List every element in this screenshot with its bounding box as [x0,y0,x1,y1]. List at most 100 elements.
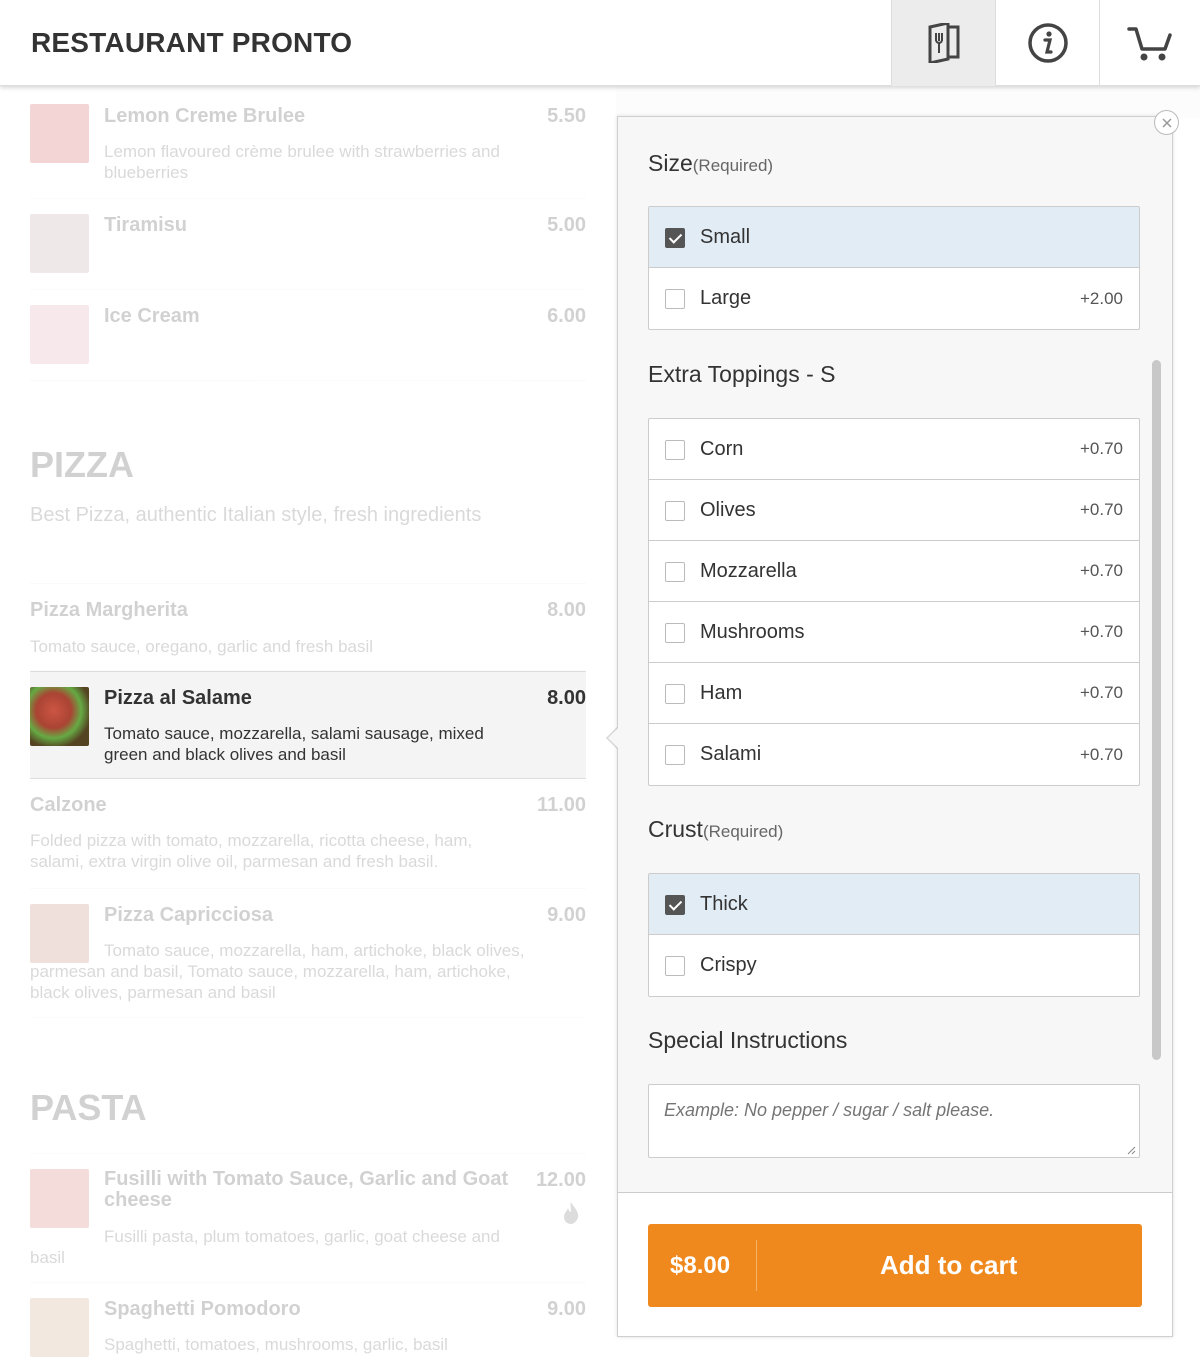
item-name: Calzone [30,794,107,816]
checkbox-checked[interactable] [665,895,685,915]
option-mozzarella[interactable]: Mozzarella +0.70 [649,541,1139,602]
checkbox[interactable] [665,289,685,309]
menu-item[interactable]: Pizza Margherita 8.00 Tomato sauce, oreg… [30,583,586,671]
section-title: PASTA [30,1087,147,1128]
item-price: 11.00 [537,794,586,816]
menu-list: Lemon Creme Brulee 5.50 Lemon flavoured … [0,86,616,1365]
option-price: +2.00 [1079,288,1123,308]
required-label: (Required) [702,822,784,841]
menu-item[interactable]: Ice Cream 6.00 [30,290,586,381]
item-thumbnail [30,214,89,273]
instructions-title: Special Instructions [648,1027,848,1053]
size-options: Small Large +2.00 [648,206,1140,330]
background-strip [616,86,1200,118]
item-description: Tomato sauce, mozzarella, salami sausage… [104,724,484,764]
item-description: Tomato sauce, oregano, garlic and fresh … [30,637,374,656]
option-salami[interactable]: Salami +0.70 [649,724,1139,785]
item-price: 9.00 [547,904,586,926]
panel-pointer-inner [608,728,618,748]
option-large[interactable]: Large +2.00 [649,268,1139,329]
option-price: +0.70 [1079,561,1123,580]
checkbox[interactable] [665,684,685,704]
option-label: Large [700,287,752,309]
option-label: Salami [700,743,762,765]
item-price: 8.00 [547,687,586,709]
menu-item[interactable]: Tiramisu 5.00 [30,199,586,290]
info-button[interactable] [995,0,1099,86]
checkbox[interactable] [665,623,685,643]
option-price: +0.70 [1079,500,1123,519]
option-thick[interactable]: Thick [649,874,1139,935]
item-price: 5.50 [547,105,586,127]
toppings-options: Corn +0.70 Olives +0.70 Mozzarella +0.70… [648,418,1140,786]
option-label: Olives [700,498,756,521]
menu-item-selected[interactable]: Pizza al Salame 8.00 Tomato sauce, mozza… [30,671,586,779]
panel-scrollbar[interactable] [1152,360,1161,1060]
option-label: Thick [700,892,748,915]
menu-item[interactable]: Pizza Capricciosa 9.00 Tomato sauce, moz… [30,889,586,1018]
menu-item[interactable]: Spaghetti Pomodoro 9.00 Spaghetti, tomat… [30,1283,586,1365]
section-subtitle: Best Pizza, authentic Italian style, fre… [30,504,482,526]
item-thumbnail [30,687,89,746]
option-label: Ham [700,681,743,704]
checkbox[interactable] [665,562,685,582]
item-price: 5.00 [547,214,586,236]
crust-group-title: Crust(Required) [648,816,783,843]
option-price: +0.70 [1079,744,1123,764]
option-ham[interactable]: Ham +0.70 [649,663,1139,724]
crust-title: Crust [648,816,703,842]
cart-icon [1127,27,1172,61]
item-name: Lemon Creme Brulee [104,105,306,127]
checkbox[interactable] [665,501,685,521]
option-crispy[interactable]: Crispy [649,935,1139,996]
option-label: Small [700,225,751,248]
special-instructions-input[interactable] [648,1084,1140,1158]
button-divider [756,1240,757,1291]
size-title: Size [648,150,693,176]
item-name: Pizza Capricciosa [104,904,273,926]
option-label: Corn [700,437,744,460]
item-description: Fusilli pasta, plum tomatoes, garlic, go… [30,1227,500,1267]
close-button[interactable] [1154,110,1179,135]
info-icon [1027,23,1068,63]
item-price: 8.00 [547,599,586,621]
option-price: +0.70 [1079,622,1123,641]
crust-options: Thick Crispy [648,873,1140,997]
cart-button[interactable] [1099,0,1200,86]
menu-button[interactable] [891,0,995,86]
item-thumbnail [30,305,89,364]
checkbox[interactable] [665,956,685,976]
item-name: Tiramisu [104,214,187,236]
close-icon [1161,117,1172,128]
checkbox[interactable] [665,440,685,460]
add-to-cart-label: Add to cart [880,1250,1018,1280]
option-price: +0.70 [1079,439,1123,458]
item-thumbnail [30,1298,89,1357]
item-description: Lemon flavoured crème brulee with strawb… [104,142,500,182]
item-thumbnail [30,104,89,163]
checkbox-checked[interactable] [665,228,685,248]
item-description: Folded pizza with tomato, mozzarella, ri… [30,831,473,871]
item-thumbnail [30,1169,89,1228]
item-name: Pizza al Salame [104,687,252,709]
option-label: Mozzarella [700,559,797,582]
item-name: Spaghetti Pomodoro [104,1298,301,1320]
option-label: Crispy [700,954,757,976]
option-small[interactable]: Small [649,207,1139,268]
checkbox[interactable] [665,745,685,765]
option-mushrooms[interactable]: Mushrooms +0.70 [649,602,1139,663]
option-corn[interactable]: Corn +0.70 [649,419,1139,480]
menu-item[interactable]: Fusilli with Tomato Sauce, Garlic and Go… [30,1153,586,1283]
item-name: Ice Cream [104,305,200,327]
add-to-cart-button[interactable]: $8.00 Add to cart [648,1224,1142,1307]
option-olives[interactable]: Olives +0.70 [649,480,1139,541]
spicy-flame-icon [564,1202,579,1224]
resize-grip-icon[interactable] [1126,1145,1136,1155]
item-price: 12.00 [535,1169,586,1191]
menu-item[interactable]: Lemon Creme Brulee 5.50 Lemon flavoured … [30,86,586,199]
required-label: (Required) [692,156,774,175]
item-price: 9.00 [547,1298,586,1320]
item-description: Spaghetti, tomatoes, mushrooms, garlic, … [104,1335,448,1354]
menu-item[interactable]: Calzone 11.00 Folded pizza with tomato, … [30,779,586,889]
toppings-group-title: Extra Toppings - S [648,361,836,387]
